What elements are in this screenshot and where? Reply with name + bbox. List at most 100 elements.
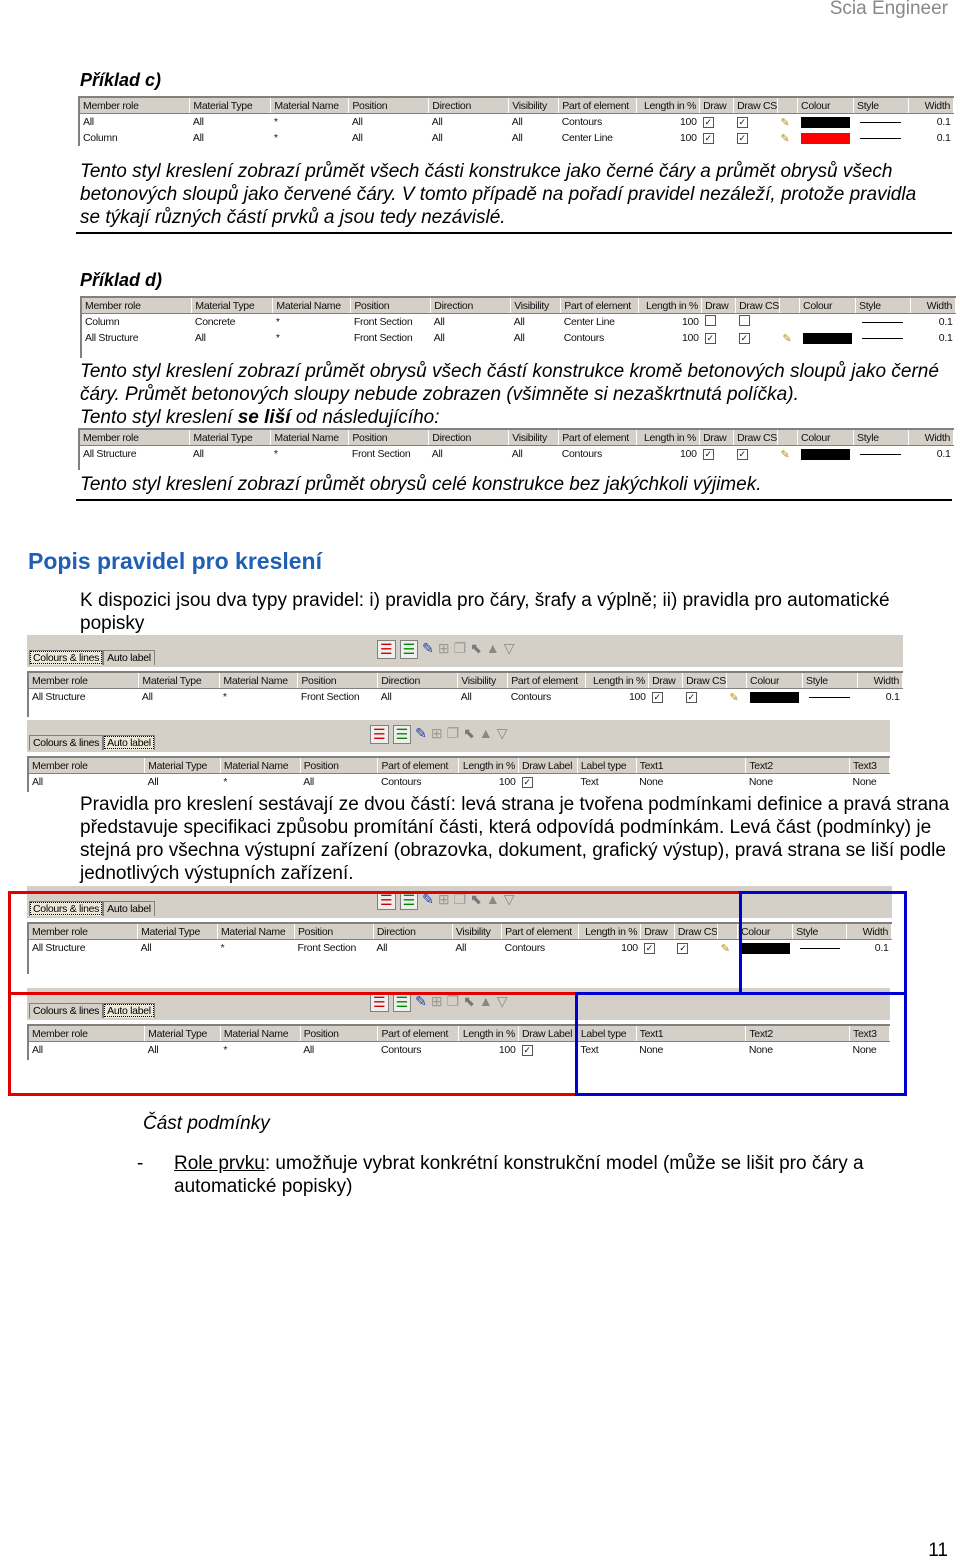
pencil-icon[interactable]: ✎ bbox=[781, 117, 790, 129]
column-header[interactable]: Width bbox=[908, 98, 955, 114]
column-header[interactable]: Text2 bbox=[745, 758, 851, 774]
column-header[interactable]: Material Name bbox=[219, 673, 299, 689]
pencil-icon[interactable]: ✎ bbox=[783, 333, 792, 345]
move-down-icon[interactable]: ▽ bbox=[497, 725, 508, 744]
tab-colours-lines[interactable]: Colours & lines bbox=[29, 735, 104, 750]
colour-swatch[interactable] bbox=[800, 132, 851, 144]
column-header[interactable]: Direction bbox=[428, 98, 510, 114]
colour-swatch[interactable] bbox=[800, 448, 851, 460]
column-header[interactable]: Width bbox=[910, 298, 957, 314]
table-row[interactable]: Column All * All All All Center Line 100 ✓ ✓ ✎ 0.1 bbox=[80, 130, 954, 146]
column-header[interactable]: Material Type bbox=[144, 758, 221, 774]
column-header[interactable]: Draw CS bbox=[733, 98, 779, 114]
column-header[interactable]: Material Name bbox=[220, 758, 301, 774]
column-header[interactable]: Material Name bbox=[270, 98, 350, 114]
column-header[interactable]: Member role bbox=[29, 673, 140, 689]
tab-auto-label[interactable]: Auto label bbox=[103, 735, 155, 750]
column-header[interactable]: Member role bbox=[82, 298, 193, 314]
column-header[interactable]: Label type bbox=[577, 758, 637, 774]
column-header[interactable]: Colour bbox=[797, 98, 854, 114]
move-up-icon[interactable]: ▲ bbox=[486, 640, 500, 659]
checkbox[interactable] bbox=[738, 315, 750, 326]
column-header[interactable]: Direction bbox=[377, 673, 459, 689]
column-header[interactable]: Position bbox=[348, 98, 430, 114]
column-header[interactable]: Direction bbox=[430, 298, 512, 314]
column-header[interactable]: Width bbox=[857, 673, 904, 689]
table-row[interactable]: All Structure All * Front Section All All Cont… bbox=[29, 688, 903, 705]
table-row[interactable]: All All * All All All Contours 100 ✓ ✓ ✎ 0.1 bbox=[80, 113, 954, 130]
column-header[interactable]: Material Type bbox=[138, 673, 221, 689]
line-style-sample[interactable] bbox=[862, 321, 904, 323]
column-header[interactable]: Style bbox=[855, 298, 911, 314]
column-header[interactable]: Colour bbox=[746, 673, 803, 689]
column-header[interactable]: Part of element bbox=[560, 298, 640, 314]
add-rule-icon[interactable]: ☰ bbox=[370, 725, 389, 744]
column-header[interactable]: Draw CS bbox=[682, 673, 728, 689]
column-header[interactable]: Length in % bbox=[636, 430, 701, 446]
tree-icon[interactable]: ⊞ bbox=[438, 640, 450, 659]
column-header[interactable]: Member role bbox=[29, 758, 146, 774]
checkbox[interactable]: ✓ bbox=[736, 449, 748, 460]
column-header[interactable]: Material Name bbox=[272, 298, 352, 314]
checkbox[interactable]: ✓ bbox=[702, 133, 714, 144]
column-header[interactable]: Direction bbox=[428, 430, 510, 446]
column-header[interactable]: Member role bbox=[80, 430, 191, 446]
checkbox[interactable]: ✓ bbox=[685, 692, 697, 703]
column-header[interactable]: Position bbox=[350, 298, 432, 314]
table-row[interactable]: All Structure All * Front Section All All Cont… bbox=[82, 330, 956, 346]
column-header[interactable]: Width bbox=[908, 430, 955, 446]
column-header[interactable]: Position bbox=[300, 758, 379, 774]
add-rule-icon[interactable]: ☰ bbox=[377, 640, 396, 659]
colour-swatch[interactable] bbox=[802, 332, 853, 344]
copy-icon[interactable]: ❐ bbox=[447, 725, 460, 744]
column-header[interactable]: Draw CS bbox=[733, 430, 779, 446]
column-header[interactable]: Style bbox=[802, 673, 858, 689]
column-header[interactable]: Style bbox=[853, 98, 909, 114]
move-up-icon[interactable]: ▲ bbox=[479, 725, 493, 744]
column-header[interactable]: Length in % bbox=[636, 98, 701, 114]
column-header[interactable]: Draw bbox=[648, 673, 684, 689]
tree-icon[interactable]: ⊞ bbox=[431, 725, 443, 744]
column-header[interactable]: Material Type bbox=[189, 430, 272, 446]
column-header[interactable] bbox=[726, 673, 748, 689]
column-header[interactable]: Style bbox=[853, 430, 909, 446]
line-style-sample[interactable] bbox=[862, 337, 904, 339]
pencil-icon[interactable]: ✎ bbox=[730, 692, 739, 704]
move-down-icon[interactable]: ▽ bbox=[504, 640, 515, 659]
copy-icon[interactable]: ❐ bbox=[454, 640, 467, 659]
select-icon[interactable]: ⬉ bbox=[470, 640, 482, 659]
pencil-icon[interactable]: ✎ bbox=[781, 133, 790, 145]
column-header[interactable] bbox=[779, 298, 801, 314]
checkbox[interactable]: ✓ bbox=[736, 133, 748, 144]
column-header[interactable]: Length in % bbox=[585, 673, 650, 689]
checkbox[interactable] bbox=[704, 315, 716, 326]
column-header[interactable]: Material Type bbox=[191, 298, 274, 314]
remove-rule-icon[interactable]: ☰ bbox=[399, 640, 419, 659]
column-header[interactable]: Draw bbox=[699, 430, 735, 446]
column-header[interactable]: Part of element bbox=[558, 98, 638, 114]
column-header[interactable]: Part of element bbox=[377, 758, 460, 774]
column-header[interactable]: Material Name bbox=[270, 430, 350, 446]
tab-auto-label[interactable]: Auto label bbox=[103, 650, 155, 665]
line-style-sample[interactable] bbox=[860, 121, 902, 123]
checkbox[interactable]: ✓ bbox=[702, 449, 714, 460]
column-header[interactable]: Draw CS bbox=[735, 298, 781, 314]
column-header[interactable]: Part of element bbox=[558, 430, 638, 446]
column-header[interactable]: Length in % bbox=[638, 298, 703, 314]
column-header[interactable]: Text3 bbox=[849, 758, 890, 774]
pencil-icon[interactable]: ✎ bbox=[781, 449, 790, 461]
checkbox[interactable]: ✓ bbox=[704, 333, 716, 344]
edit-icon[interactable]: ✎ bbox=[422, 640, 434, 659]
column-header[interactable]: Member role bbox=[80, 98, 191, 114]
column-header[interactable]: Visibility bbox=[510, 298, 562, 314]
line-style-sample[interactable] bbox=[860, 137, 902, 139]
table-row[interactable]: Column Concrete * Front Section All All Center… bbox=[82, 313, 956, 330]
column-header[interactable]: Colour bbox=[797, 430, 854, 446]
column-header[interactable]: Visibility bbox=[457, 673, 509, 689]
column-header[interactable]: Draw bbox=[699, 98, 735, 114]
table-row[interactable]: All Structure All * Front Section All All Cont… bbox=[80, 445, 954, 462]
column-header[interactable]: Position bbox=[297, 673, 379, 689]
column-header[interactable]: Visibility bbox=[508, 98, 560, 114]
column-header[interactable]: Colour bbox=[799, 298, 856, 314]
line-style-sample[interactable] bbox=[809, 696, 851, 698]
